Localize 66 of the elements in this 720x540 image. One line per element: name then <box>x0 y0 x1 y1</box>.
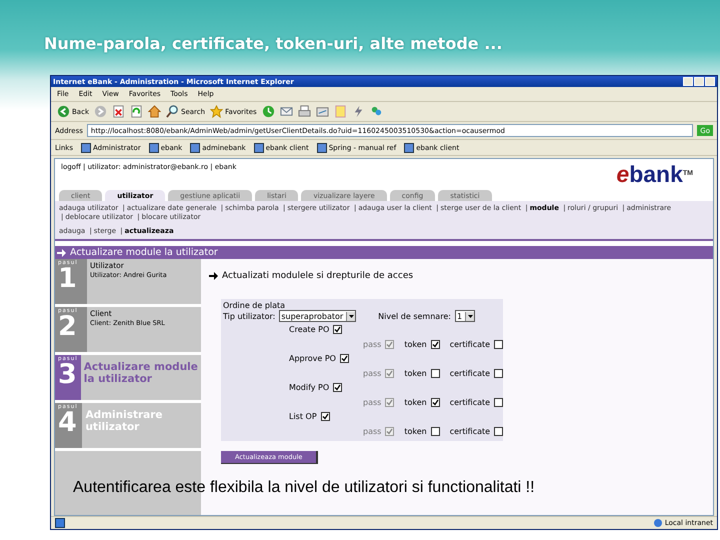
right-label: pass <box>363 426 382 436</box>
mail-icon[interactable] <box>280 105 293 118</box>
arrow-icon <box>57 248 66 256</box>
page-heading: Actualizati modulele si drepturile de acces <box>222 271 414 281</box>
module-label: Create PO <box>289 325 330 334</box>
checkbox[interactable] <box>494 368 504 378</box>
page-icon <box>316 142 327 152</box>
checkbox[interactable] <box>320 412 330 421</box>
module-label: Approve PO <box>289 354 336 363</box>
right-label: token <box>404 398 427 406</box>
ebank-logo: ebank$^{TM}$ <box>616 163 693 185</box>
module-label: List OP <box>289 412 317 421</box>
page-icon <box>190 142 200 152</box>
checkbox[interactable] <box>494 426 504 436</box>
page-icon <box>148 142 159 152</box>
search-icon <box>166 105 179 118</box>
checkbox[interactable] <box>333 383 342 392</box>
step-number: 4 <box>57 410 77 435</box>
stop-icon[interactable] <box>112 105 125 118</box>
field-label: Nivel de semnare: <box>378 312 451 320</box>
caret-icon <box>346 312 356 320</box>
messenger-icon[interactable] <box>370 105 383 118</box>
globe-icon <box>654 519 662 527</box>
home-icon[interactable] <box>148 105 161 118</box>
caret-icon <box>465 312 474 320</box>
slide-caption: Autentificarea este flexibila la nivel de utilizatori si functionalitati !! <box>73 479 535 497</box>
checkbox[interactable] <box>340 354 349 363</box>
step-number: 3 <box>57 362 77 387</box>
edit-icon[interactable] <box>316 105 329 118</box>
step-title: Actualizare module la utilizator <box>84 360 199 385</box>
right-label: pass <box>363 368 382 378</box>
checkbox[interactable] <box>430 426 440 436</box>
checkbox[interactable] <box>494 398 504 406</box>
slide-title: Nume-parola, certificate, token-uri, alte metode ... <box>44 34 502 53</box>
checkbox[interactable] <box>494 340 504 348</box>
section-title: Actualizare module la utilizator <box>70 247 218 258</box>
level-dropdown[interactable]: 1 <box>454 310 476 322</box>
checkbox[interactable] <box>430 340 440 348</box>
page-icon <box>404 142 414 152</box>
right-label: certificate <box>450 368 490 378</box>
right-label: certificate <box>450 340 490 348</box>
page-icon <box>254 142 264 152</box>
right-label: token <box>404 426 427 436</box>
checkbox[interactable] <box>430 368 440 378</box>
step-number: 2 <box>57 314 77 339</box>
right-label: certificate <box>450 426 490 436</box>
form-title: Ordine de plata <box>223 301 286 310</box>
page-icon <box>80 142 91 152</box>
right-label: token <box>404 340 427 348</box>
field-label: Tip utilizator: <box>223 312 276 320</box>
favorites-icon <box>210 105 224 118</box>
user-type-dropdown[interactable]: superaprobator <box>279 310 356 322</box>
back-icon <box>57 105 70 118</box>
right-label: pass <box>363 398 382 406</box>
module-label: Modify PO <box>289 383 330 392</box>
right-label: pass <box>363 340 382 348</box>
right-label: certificate <box>450 398 490 406</box>
right-label: token <box>404 368 427 378</box>
checkbox[interactable] <box>333 325 342 334</box>
history-icon[interactable] <box>262 105 275 118</box>
arrow-icon <box>209 272 218 280</box>
checkbox[interactable] <box>430 398 440 406</box>
step-number: 1 <box>57 266 77 291</box>
page-icon <box>55 518 65 528</box>
refresh-icon[interactable] <box>130 105 143 118</box>
print-icon[interactable] <box>298 105 311 118</box>
